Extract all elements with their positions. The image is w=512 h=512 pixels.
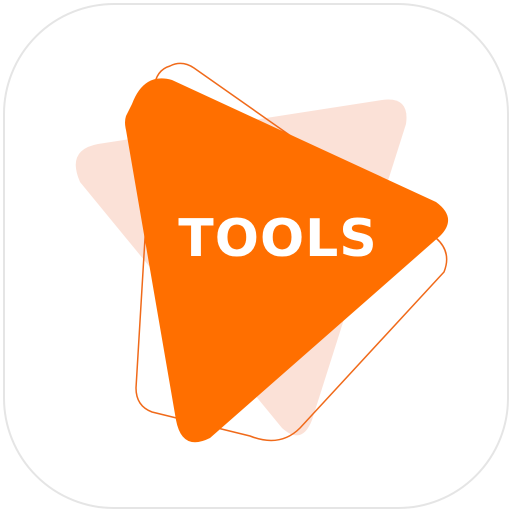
play-tools-icon: TOOLS [3, 3, 509, 509]
tools-label: TOOLS [178, 209, 377, 269]
app-icon[interactable]: TOOLS [0, 0, 512, 512]
